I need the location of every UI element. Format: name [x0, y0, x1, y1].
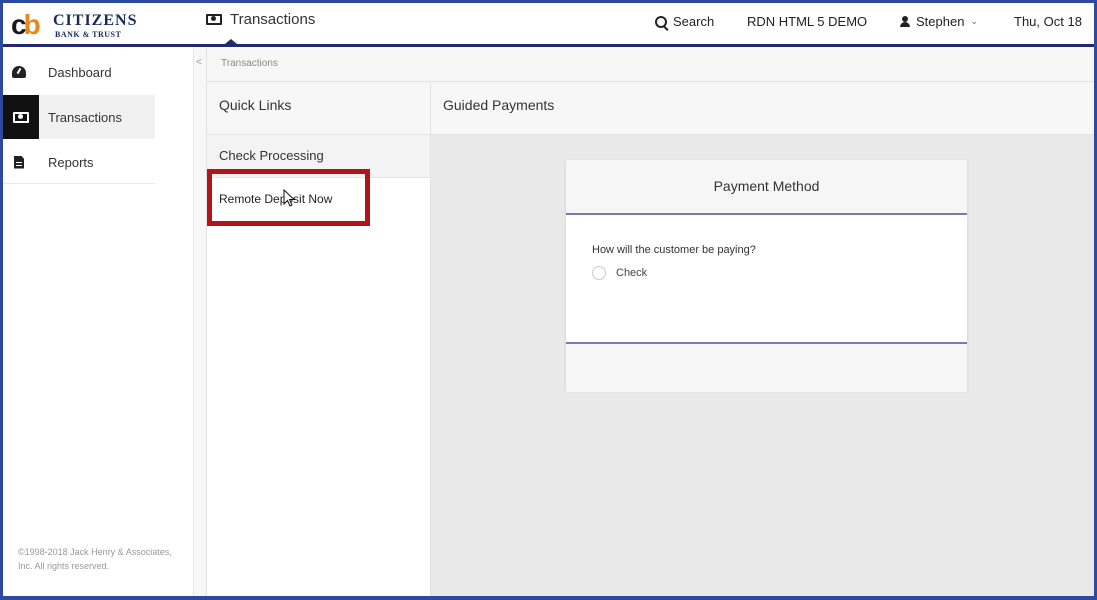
sidebar-item-label: Reports [48, 154, 94, 170]
cash-icon [206, 14, 222, 25]
logo-subname: Bank & Trust [55, 30, 122, 39]
mouse-pointer-icon [283, 189, 295, 207]
card-footer [566, 342, 967, 392]
cash-icon [3, 95, 39, 139]
module-title: Transactions [206, 11, 315, 28]
user-name: Stephen [916, 14, 965, 29]
payment-question: How will the customer be paying? [592, 244, 756, 256]
sidebar-item-label: Dashboard [48, 64, 112, 80]
document-icon [12, 155, 26, 169]
search-icon [655, 15, 667, 28]
logo-mark: cb [11, 9, 41, 40]
module-title-text: Transactions [230, 11, 316, 28]
search-label: Search [673, 14, 715, 29]
payment-option-check[interactable]: Check [592, 266, 647, 280]
chevron-down-icon: ⌄ [970, 16, 978, 26]
logo-name: Citizens [53, 12, 138, 29]
main-header: Guided Payments [431, 82, 1094, 135]
sidebar-item-label: Transactions [48, 109, 122, 125]
sidebar-collapse-toggle[interactable]: < [194, 47, 207, 596]
dashboard-icon [12, 65, 26, 79]
sidebar: Dashboard Transactions Reports ©1998-201… [3, 47, 194, 596]
quick-links-panel: Quick Links Check Processing Remote Depo… [207, 82, 431, 596]
bank-logo[interactable]: cb Citizens Bank & Trust [9, 7, 149, 43]
payment-option-label: Check [616, 267, 648, 279]
search-button[interactable]: Search [655, 14, 714, 29]
payment-method-card: Payment Method How will the customer be … [566, 160, 967, 392]
quick-link-label: Check Processing [219, 148, 324, 163]
sidebar-item-reports[interactable]: Reports [3, 140, 193, 184]
environment-label[interactable]: RDN HTML 5 DEMO [747, 14, 867, 29]
top-bar: cb Citizens Bank & Trust Transactions Se… [3, 3, 1094, 47]
card-header: Payment Method [566, 160, 967, 215]
quick-links-header: Quick Links [207, 82, 430, 135]
radio-button[interactable] [592, 266, 606, 280]
current-date: Thu, Oct 18 [1014, 14, 1082, 29]
app-window: cb Citizens Bank & Trust Transactions Se… [3, 3, 1094, 596]
card-title: Payment Method [713, 178, 820, 194]
sidebar-item-dashboard[interactable]: Dashboard [3, 50, 193, 94]
chevron-left-icon: < [196, 57, 202, 68]
breadcrumb-item[interactable]: Transactions [221, 58, 278, 69]
active-module-caret [225, 39, 237, 44]
user-icon [900, 16, 910, 27]
copyright-text: ©1998-2018 Jack Henry & Associates, Inc.… [18, 547, 172, 571]
sidebar-divider [3, 183, 155, 184]
user-menu[interactable]: Stephen ⌄ [900, 14, 978, 29]
sidebar-item-transactions[interactable]: Transactions [3, 95, 155, 139]
breadcrumb: Transactions [207, 47, 1094, 82]
page-title: Guided Payments [443, 97, 555, 113]
quick-links-title: Quick Links [219, 97, 292, 113]
